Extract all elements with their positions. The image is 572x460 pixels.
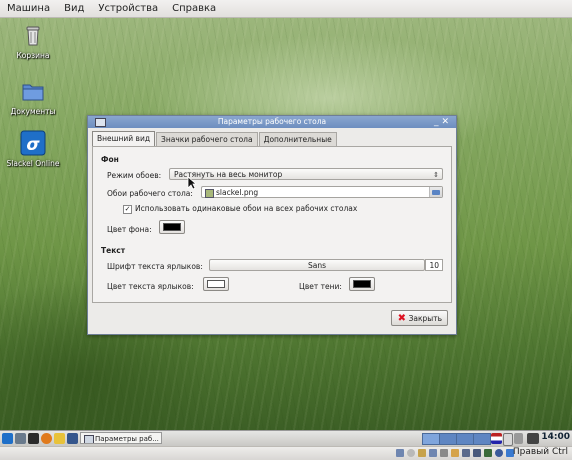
desktop-preferences-dialog: Параметры рабочего стола _✕ Внешний вид … xyxy=(87,115,457,335)
workspace-4[interactable] xyxy=(473,433,491,445)
section-background-heading: Фон xyxy=(101,155,119,164)
terminal-icon[interactable] xyxy=(28,433,39,444)
clock[interactable]: 14:00 xyxy=(541,432,570,442)
close-button[interactable]: ✖ Закрыть xyxy=(391,310,448,326)
host-key-label: Правый Ctrl xyxy=(512,447,568,457)
desktop-icon-label: Slackel Online xyxy=(6,159,60,168)
usb-icon[interactable] xyxy=(440,449,448,457)
wallpaper-mode-combo[interactable]: Растянуть на весь монитор ⇕ xyxy=(169,168,443,180)
keyboard-layout-flag-icon[interactable] xyxy=(491,433,502,444)
desktop-icon-label: Корзина xyxy=(16,51,50,60)
window-icon xyxy=(84,435,94,443)
volume-icon[interactable] xyxy=(514,433,523,444)
dialog-title: Параметры рабочего стола xyxy=(217,117,327,126)
video-capture-icon[interactable] xyxy=(473,449,481,457)
wallpaper-file-name: slackel.png xyxy=(216,188,259,197)
vbox-menubar: Машина Вид Устройства Справка xyxy=(0,0,572,18)
label-text-color-swatch xyxy=(207,280,225,288)
shadow-color-swatch xyxy=(353,280,371,288)
network-adapter-icon[interactable] xyxy=(429,449,437,457)
network-icon[interactable] xyxy=(527,433,539,444)
background-color-label: Цвет фона: xyxy=(107,225,152,234)
section-text-heading: Текст xyxy=(101,246,126,255)
hard-disk-icon[interactable] xyxy=(396,449,404,457)
tab-advanced[interactable]: Дополнительные xyxy=(258,132,337,147)
close-x-icon: ✖ xyxy=(397,313,406,324)
slackel-menu-icon[interactable] xyxy=(2,433,13,444)
wallpaper-file-chooser[interactable]: slackel.png xyxy=(201,186,443,198)
workspace-2[interactable] xyxy=(439,433,457,445)
text-editor-icon[interactable] xyxy=(54,433,65,444)
label-font-size[interactable]: 10 xyxy=(425,259,443,271)
display-icon[interactable] xyxy=(462,449,470,457)
file-manager-icon[interactable] xyxy=(15,433,26,444)
workspace-1[interactable] xyxy=(422,433,440,445)
same-wallpaper-label: Использовать одинаковые обои на всех раб… xyxy=(135,204,358,213)
desktop-icon-documents[interactable]: Документы xyxy=(3,78,63,116)
tab-panel-appearance: Фон Режим обоев: Растянуть на весь монит… xyxy=(92,146,452,303)
firefox-icon[interactable] xyxy=(41,433,52,444)
taskbar-window-button[interactable]: Параметры раб... xyxy=(80,432,162,444)
desktop: Корзина Документы σ Slackel Online Парам… xyxy=(0,18,572,430)
slackel-icon: σ xyxy=(20,130,46,156)
label-font-button[interactable]: Sans xyxy=(209,259,425,271)
shadow-color-button[interactable] xyxy=(349,277,375,291)
mouse-integration-icon[interactable] xyxy=(495,449,503,457)
label-text-color-button[interactable] xyxy=(203,277,229,291)
virtualization-icon[interactable] xyxy=(484,449,492,457)
background-color-swatch xyxy=(163,223,181,231)
guest-taskbar: Параметры раб... 14:00 xyxy=(0,430,572,446)
desktop-icon-label: Документы xyxy=(10,107,56,116)
trash-icon xyxy=(20,22,46,48)
mouse-cursor-icon xyxy=(187,176,197,190)
close-button-label: Закрыть xyxy=(408,314,442,323)
optical-drive-icon[interactable] xyxy=(407,449,415,457)
svg-text:σ: σ xyxy=(26,135,40,155)
label-text-color-label: Цвет текста ярлыков: xyxy=(107,282,194,291)
audio-icon[interactable] xyxy=(418,449,426,457)
open-folder-icon[interactable] xyxy=(429,187,442,197)
window-icon xyxy=(95,118,106,127)
wallpaper-mode-label: Режим обоев: xyxy=(107,171,162,180)
dialog-titlebar[interactable]: Параметры рабочего стола _✕ xyxy=(88,116,456,128)
desktop-icon-trash[interactable]: Корзина xyxy=(3,22,63,60)
close-icon[interactable]: ✕ xyxy=(441,117,452,127)
shared-folders-icon[interactable] xyxy=(451,449,459,457)
tab-appearance[interactable]: Внешний вид xyxy=(92,131,156,147)
workspace-3[interactable] xyxy=(456,433,474,445)
menu-help[interactable]: Справка xyxy=(165,3,223,14)
label-font-label: Шрифт текста ярлыков: xyxy=(107,262,203,271)
desktop-icon-slackel-online[interactable]: σ Slackel Online xyxy=(3,130,63,168)
tab-desktop-icons[interactable]: Значки рабочего стола xyxy=(156,132,258,147)
clipboard-icon[interactable] xyxy=(503,433,513,446)
vbox-statusbar: Правый Ctrl xyxy=(0,446,572,460)
folder-icon xyxy=(20,78,46,104)
shadow-color-label: Цвет тени: xyxy=(299,282,342,291)
menu-devices[interactable]: Устройства xyxy=(91,3,165,14)
same-wallpaper-checkbox[interactable]: ✓ xyxy=(123,205,132,214)
show-desktop-icon[interactable] xyxy=(67,433,78,444)
wallpaper-label: Обои рабочего стола: xyxy=(107,189,193,198)
combo-arrow-icon: ⇕ xyxy=(433,171,439,179)
background-color-button[interactable] xyxy=(159,220,185,234)
menu-machine[interactable]: Машина xyxy=(0,3,57,14)
menu-view[interactable]: Вид xyxy=(57,3,91,14)
image-file-icon xyxy=(205,189,214,198)
taskbar-window-label: Параметры раб... xyxy=(95,435,159,443)
